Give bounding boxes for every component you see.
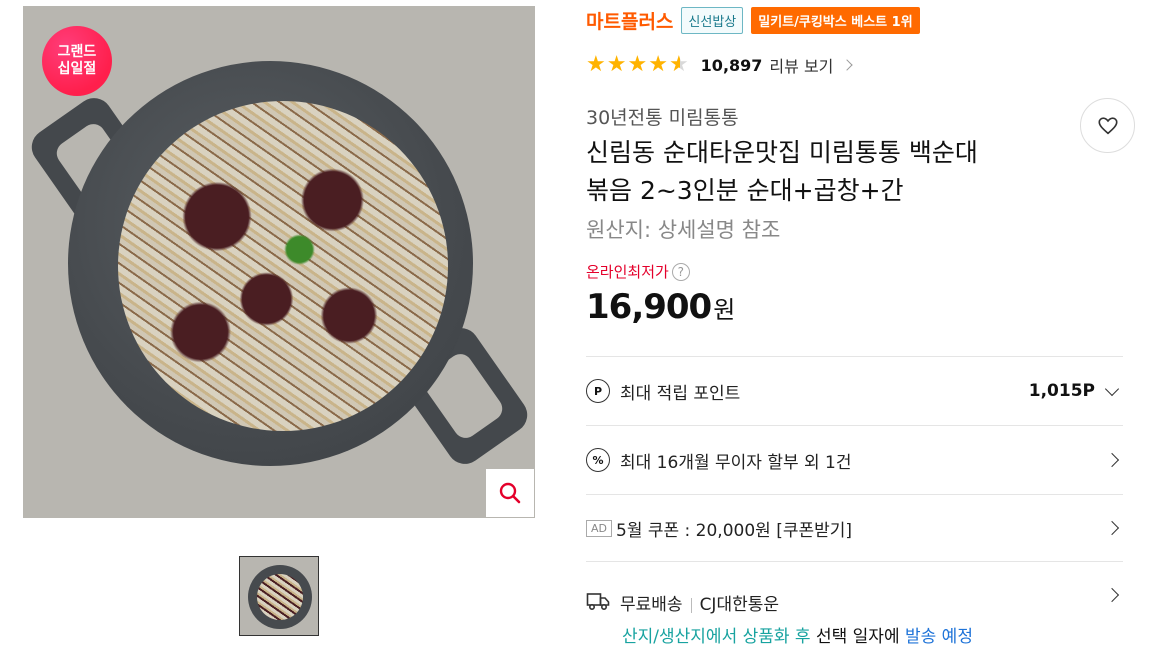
event-badge-line2: 십일절 — [57, 61, 97, 77]
review-count: 10,897 — [700, 55, 763, 75]
shipping-free: 무료배송 — [620, 595, 683, 615]
event-badge: 그랜드 십일절 — [42, 26, 112, 96]
star-half-icon: ★ — [668, 52, 689, 77]
star-icon: ★ — [627, 52, 648, 77]
coupon-label: 5월 쿠폰 : 20,000원 [쿠폰받기] — [616, 520, 853, 541]
percent-icon: % — [586, 448, 610, 472]
shipping-label: 무료배송 CJ대한통운 — [620, 590, 779, 615]
star-icon: ★ — [586, 52, 606, 77]
coupon-row[interactable]: AD 5월 쿠폰 : 20,000원 [쿠폰받기] — [586, 494, 1123, 561]
chevron-right-icon — [1104, 520, 1120, 536]
installment-label: 최대 16개월 무이자 할부 외 1건 — [620, 452, 852, 473]
coupon-right — [1104, 520, 1123, 536]
chevron-right-icon — [1104, 452, 1120, 468]
lowest-price-label: 온라인최저가 ? — [586, 261, 690, 282]
shipping-note: 산지/생산지에서 상품화 후 선택 일자에 발송 예정 — [622, 622, 973, 647]
points-value: 1,015P — [1028, 381, 1095, 401]
lowest-price-text: 온라인최저가 — [586, 263, 669, 281]
shipping-note-middle: 선택 일자에 — [810, 627, 905, 647]
heart-icon — [1097, 116, 1118, 134]
product-title: 신림동 순대타운맛집 미림통통 백순대 볶음 2~3인분 순대+곱창+간 — [586, 134, 1066, 210]
rating-row[interactable]: ★ ★ ★ ★ ★ 10,897 리뷰 보기 — [586, 52, 854, 78]
event-badge-line1: 그랜드 — [57, 44, 97, 60]
chevron-down-icon — [1104, 381, 1120, 396]
installment-right — [1104, 452, 1123, 468]
brand-name[interactable]: 마트플러스 — [586, 7, 673, 34]
brand-row: 마트플러스 신선밥상 밀키트/쿠킹박스 베스트 1위 — [586, 7, 920, 34]
chevron-right-icon — [1104, 587, 1120, 603]
divider — [690, 597, 692, 613]
magnifier-icon — [499, 482, 521, 504]
price-amount: 16,900 — [586, 287, 712, 327]
points-row[interactable]: P 최대 적립 포인트 1,015P — [586, 356, 1123, 425]
thumbnail-1[interactable] — [239, 556, 319, 636]
ad-tag: AD — [586, 519, 612, 537]
star-rating: ★ ★ ★ ★ ★ — [586, 52, 689, 78]
points-right: 1,015P — [1029, 381, 1123, 401]
points-icon: P — [586, 379, 610, 403]
star-icon: ★ — [648, 52, 668, 77]
shipping-note-dispatch: 발송 예정 — [905, 627, 973, 647]
origin-info: 원산지: 상세설명 참조 — [586, 218, 781, 242]
points-label: 최대 적립 포인트 — [620, 383, 741, 404]
thumbnail-food — [257, 574, 303, 620]
chevron-right-icon — [841, 59, 854, 71]
tag-best[interactable]: 밀키트/쿠킹박스 베스트 1위 — [751, 7, 920, 34]
shipping-right — [1104, 587, 1123, 603]
help-icon[interactable]: ? — [671, 262, 690, 281]
price-unit: 원 — [713, 296, 736, 324]
product-title-line1: 신림동 순대타운맛집 미림통통 백순대 — [586, 138, 978, 167]
seller-name[interactable]: 30년전통 미림통통 — [586, 103, 739, 130]
shipping-note-origin: 산지/생산지에서 상품화 후 — [622, 627, 811, 647]
star-icon: ★ — [606, 52, 627, 77]
food-photo — [118, 101, 448, 431]
review-link[interactable]: 리뷰 보기 — [769, 53, 833, 77]
price: 16,900 원 — [586, 287, 735, 327]
installment-row[interactable]: % 최대 16개월 무이자 할부 외 1건 — [586, 425, 1123, 494]
product-title-line2: 볶음 2~3인분 순대+곱창+간 — [586, 176, 904, 205]
like-button[interactable] — [1080, 98, 1135, 153]
shipping-carrier: CJ대한통운 — [699, 595, 780, 615]
truck-icon — [586, 593, 610, 611]
zoom-button[interactable] — [486, 469, 534, 517]
tag-fresh: 신선밥상 — [681, 7, 744, 34]
